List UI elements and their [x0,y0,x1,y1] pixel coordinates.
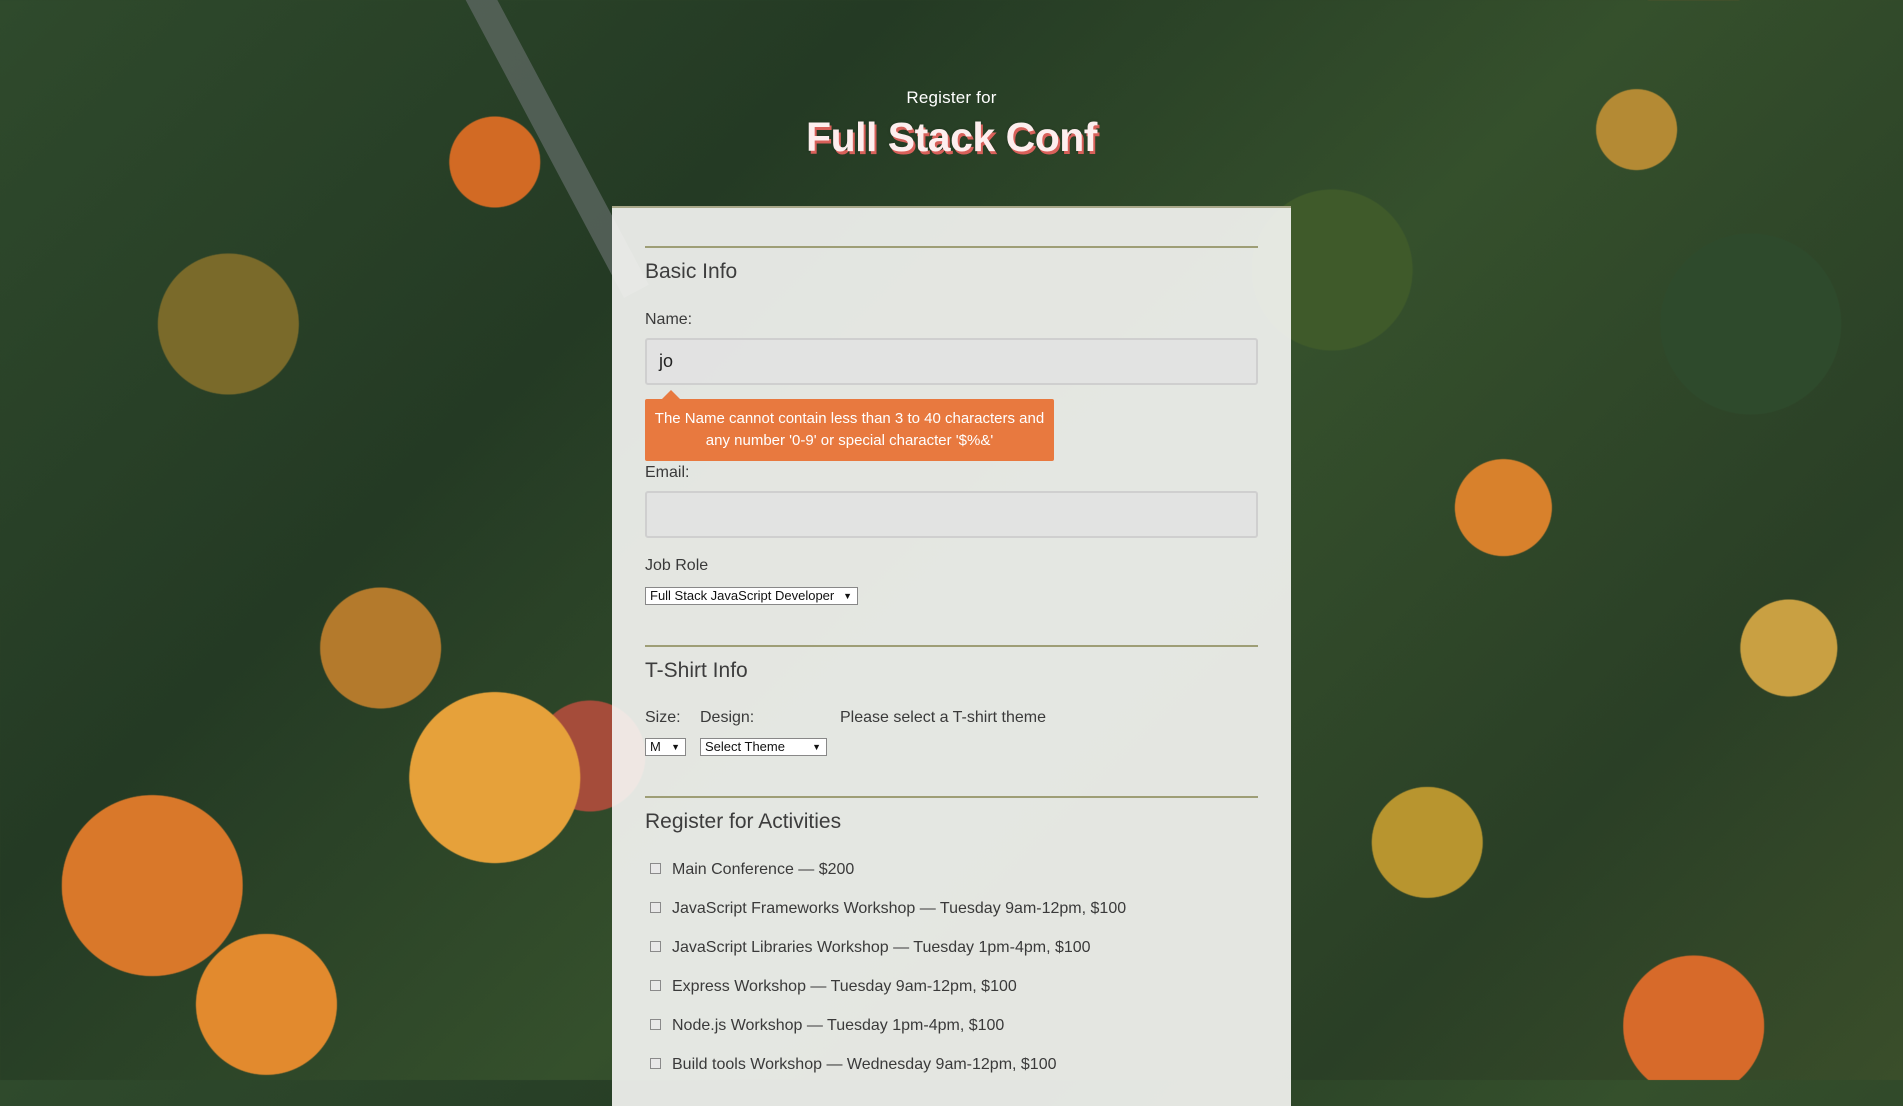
name-label: Name: [645,311,693,328]
activity-label: JavaScript Libraries Workshop — Tuesday … [672,939,1091,956]
job-role-selected: Full Stack JavaScript Developer [650,588,835,603]
activity-checkbox[interactable] [650,1018,661,1030]
design-group: Design: Select Theme ▼ [700,709,840,756]
activity-label: Express Workshop — Tuesday 9am-12pm, $10… [672,978,1017,995]
email-input[interactable] [645,491,1258,538]
name-error-tooltip: The Name cannot contain less than 3 to 4… [645,390,1054,461]
basic-info-heading: Basic Info [645,260,738,283]
page-header: Register for Full Stack Conf [0,88,1903,161]
page-title: Full Stack Conf [806,114,1097,160]
design-hint: Please select a T-shirt theme [840,709,1047,726]
activity-label: Build tools Workshop — Wednesday 9am-12p… [672,1056,1057,1073]
chevron-down-icon: ▼ [843,591,852,601]
activities-section: Register for Activities Main Conference … [645,796,1258,1074]
activity-label: JavaScript Frameworks Workshop — Tuesday… [672,900,1127,917]
job-role-select[interactable]: Full Stack JavaScript Developer ▼ [645,587,858,605]
tshirt-row: Size: M ▼ Design: Select Theme ▼ Please … [645,709,1258,756]
registration-form: Basic Info Name: jo The Name cannot cont… [612,206,1291,1106]
size-group: Size: M ▼ [645,709,700,756]
activity-label: Node.js Workshop — Tuesday 1pm-4pm, $100 [672,1017,1005,1034]
activity-checkbox[interactable] [650,901,661,913]
design-selected: Select Theme [705,739,785,754]
activity-item: JavaScript Frameworks Workshop — Tuesday… [645,900,1258,918]
activity-item: Express Workshop — Tuesday 9am-12pm, $10… [645,978,1258,996]
activity-item: Main Conference — $200 [645,861,1258,879]
chevron-down-icon: ▼ [812,742,821,752]
size-selected: M [650,739,661,754]
activity-checkbox[interactable] [650,1057,661,1069]
design-select[interactable]: Select Theme ▼ [700,738,827,756]
size-label: Size: [645,709,681,726]
activity-checkbox[interactable] [650,862,661,874]
name-input[interactable]: jo [645,338,1258,385]
activity-item: Build tools Workshop — Wednesday 9am-12p… [645,1056,1258,1074]
size-select[interactable]: M ▼ [645,738,686,756]
activity-label: Main Conference — $200 [672,861,855,878]
activities-list: Main Conference — $200 JavaScript Framew… [645,861,1258,1074]
tshirt-info-section: T-Shirt Info Size: M ▼ Design: Select Th… [645,645,1258,756]
activity-checkbox[interactable] [650,940,661,952]
job-role-label: Job Role [645,557,709,574]
design-label: Design: [700,709,755,726]
basic-info-section: Basic Info Name: jo The Name cannot cont… [645,246,1258,605]
activities-heading: Register for Activities [645,810,842,833]
chevron-down-icon: ▼ [671,742,680,752]
pre-title: Register for [906,88,997,107]
tshirt-info-heading: T-Shirt Info [645,659,748,682]
activity-item: Node.js Workshop — Tuesday 1pm-4pm, $100 [645,1017,1258,1035]
activity-item: JavaScript Libraries Workshop — Tuesday … [645,939,1258,957]
email-label: Email: [645,464,690,481]
activity-checkbox[interactable] [650,979,661,991]
